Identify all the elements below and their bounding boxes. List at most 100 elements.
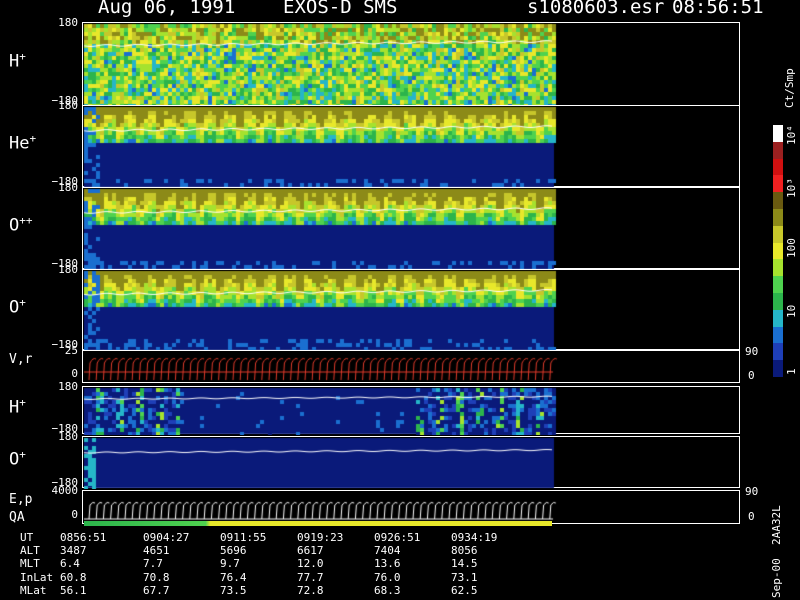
footer-cell: 9.7 [220, 557, 240, 571]
footer-cell: 72.8 [297, 583, 324, 597]
footer-cell: 70.8 [143, 570, 170, 584]
panel-canvas-o-plus-bot [83, 437, 741, 489]
panel-canvas-o-plusplus [83, 188, 741, 270]
title-instrument: EXOS-D SMS [283, 0, 398, 18]
panel-canvas-vr [83, 351, 741, 384]
footer-cell: 0911:55 [220, 531, 267, 544]
footer-cell: 0919:23 [297, 531, 344, 544]
panel-he-plus [82, 105, 741, 188]
footer-cell: 12.0 [297, 557, 324, 571]
footer-cell: 13.6 [374, 557, 401, 571]
panel-label-text: E,p [9, 492, 33, 507]
panel-ymax-o-plusplus: 180 [58, 181, 78, 194]
footer-cell: 7404 [374, 544, 401, 558]
colorbar-segment [773, 360, 783, 378]
footer-cell: 0856:51 [60, 531, 107, 544]
panel-o-plus-bot [82, 436, 741, 489]
colorbar-segment [773, 309, 783, 328]
panel-label-he-plus: He+ [9, 132, 36, 154]
colorbar-segment [773, 209, 783, 227]
colorbar-title: Ct/Smp [783, 68, 796, 108]
panel-o-plus-top [82, 269, 741, 351]
colorbar-segment [773, 175, 783, 193]
panel-ymax-ep: 4000 [51, 484, 79, 497]
footer-cell: 8056 [451, 544, 478, 558]
panel-canvas-o-plus-top [83, 270, 741, 351]
footer-cell: 56.1 [60, 583, 87, 597]
colorbar-segment [773, 141, 783, 160]
panel-label-o-plusplus: O++ [9, 214, 33, 236]
footer-cell: 6617 [297, 544, 324, 558]
colorbar-tick: 10 [785, 304, 798, 318]
panel-label-text: O [9, 215, 20, 236]
panel-canvas-ep [83, 491, 741, 525]
panel-label-sup: + [19, 295, 26, 309]
panel-rmax-ep: 90 [745, 485, 759, 498]
panel-ymax-o-plus-top: 180 [58, 263, 78, 276]
qa-label: QA [9, 510, 25, 525]
panel-label-sup: + [19, 448, 26, 461]
panel-label-vr: V,r [9, 352, 32, 367]
colorbar-segment [773, 276, 783, 294]
colorbar-segment [773, 125, 783, 143]
colorbar-segment [773, 293, 783, 311]
colorbar-tick: 1 [785, 368, 798, 375]
panel-canvas-h-plus-bot [83, 387, 741, 435]
title-date: Aug 06, 1991 [98, 0, 236, 18]
footer-row-label: ALT [20, 544, 40, 558]
panel-label-text: H [9, 51, 20, 72]
panel-label-sup: + [29, 132, 37, 145]
panel-h-plus-top [82, 22, 741, 107]
footer-cell: 6.4 [60, 557, 80, 571]
panel-canvas-h-plus-top [83, 23, 741, 107]
panel-label-o-plus-bot: O+ [9, 448, 26, 470]
panel-label-text: V,r [9, 352, 33, 367]
footer-row-label: UT [20, 531, 34, 544]
colorbar-segment [773, 242, 783, 260]
footer-cell: 14.5 [451, 557, 478, 571]
panel-o-plusplus [82, 187, 741, 270]
panel-label-text: He [9, 133, 30, 154]
panel-ep [82, 490, 741, 525]
footer-row-label: MLT [20, 557, 40, 571]
footer-cell: 0904:27 [143, 531, 190, 544]
panel-ymin-vr: 0 [71, 367, 78, 380]
qa-bar [84, 521, 552, 526]
panel-label-text: O [9, 449, 20, 470]
panel-label-sup: + [19, 396, 26, 409]
footer-row-label: MLat [20, 583, 47, 597]
chart-root: Aug 06, 1991 EXOS-D SMS s1080603.esr 08:… [0, 0, 800, 600]
panel-label-o-plus-top: O+ [9, 296, 26, 318]
panel-label-h-plus-top: H+ [9, 50, 26, 72]
colorbar-tick: 10⁴ [785, 125, 798, 145]
panel-ymin-ep: 0 [71, 508, 78, 521]
footer-cell: 77.7 [297, 570, 324, 584]
colorbar-segment [773, 158, 783, 176]
title-time: 08:56:51 [672, 0, 764, 18]
footer-cell: 7.7 [143, 557, 163, 571]
footer-cell: 68.3 [374, 583, 401, 597]
footer-cell: 73.1 [451, 570, 478, 584]
colorbar-segment [773, 192, 783, 210]
footer-cell: 4651 [143, 544, 170, 558]
panel-ymax-h-plus-bot: 180 [58, 380, 78, 393]
panel-rmax-vr: 90 [745, 345, 759, 358]
colorbar-tick: 10³ [785, 178, 798, 198]
colorbar-segment [773, 326, 783, 344]
footer-cell: 60.8 [60, 570, 87, 584]
panel-rmin-vr: 0 [748, 369, 755, 382]
colorbar-segment [773, 343, 783, 361]
panel-ymax-he-plus: 180 [58, 99, 78, 112]
panel-label-sup: + [19, 50, 26, 63]
footer-cell: 3487 [60, 544, 87, 558]
panel-canvas-he-plus [83, 106, 741, 188]
panel-vr [82, 350, 741, 384]
panel-h-plus-bot [82, 386, 741, 435]
footer-cell: 67.7 [143, 583, 170, 597]
panel-label-text: H [9, 397, 20, 418]
panel-label-ep: E,p [9, 492, 32, 507]
panel-ymax-vr: 25 [64, 344, 78, 357]
footer-cell: 62.5 [451, 583, 478, 597]
footer-cell: 73.5 [220, 583, 247, 597]
footer-cell: 0934:19 [451, 531, 498, 544]
